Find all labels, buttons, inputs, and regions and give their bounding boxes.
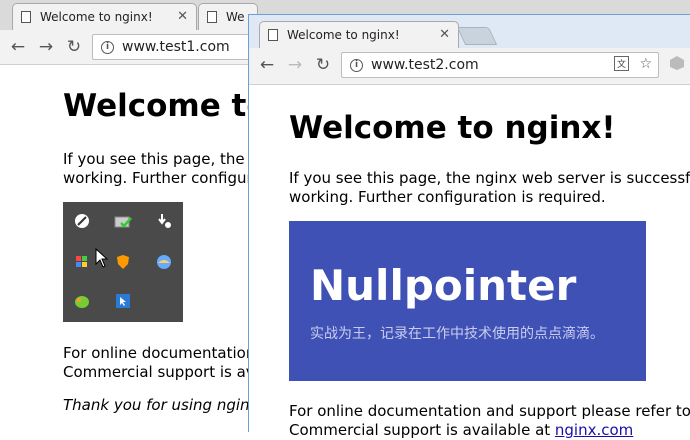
intro-paragraph: If you see this page, the nginx web serv…: [289, 169, 690, 207]
nginx-com-link[interactable]: nginx.com: [555, 421, 633, 439]
back-arrow-icon[interactable]: ←: [257, 55, 277, 75]
tab-label: Welcome to nginx!: [40, 10, 153, 24]
docs-line-2: Commercial support is ava: [63, 363, 264, 381]
remote-app-icon[interactable]: [114, 292, 132, 310]
tab-welcome-nginx-2[interactable]: Welcome to nginx! ✕: [259, 21, 459, 48]
docs-text: For online documentation and support ple…: [289, 402, 690, 420]
tab-welcome-nginx-1[interactable]: Welcome to nginx! ✕: [12, 3, 197, 30]
page-heading: Welcome to nginx!: [289, 110, 616, 146]
forward-arrow-icon[interactable]: →: [285, 55, 305, 75]
intro-line-2: working. Further configuration is requir…: [289, 188, 606, 206]
info-icon[interactable]: i: [101, 40, 114, 54]
banner-subtitle: 实战为王，记录在工作中技术使用的点点滴滴。: [310, 326, 604, 342]
close-icon[interactable]: ✕: [177, 9, 188, 24]
tab-strip: Welcome to nginx! ✕: [249, 15, 690, 48]
nullpointer-banner: Nullpointer 实战为王，记录在工作中技术使用的点点滴滴。: [289, 221, 646, 381]
new-tab-button[interactable]: [456, 27, 498, 45]
thanks-text: Thank you for using nginx: [63, 396, 259, 414]
info-icon[interactable]: i: [350, 58, 363, 72]
docs-paragraph: For online documentation Commercial supp…: [63, 344, 264, 382]
globe-icon[interactable]: [155, 253, 173, 271]
docs-line-1: For online documentation: [63, 344, 256, 362]
docs-paragraph: For online documentation and support ple…: [289, 402, 690, 440]
windows-flag-icon[interactable]: [73, 253, 91, 271]
intro-line-2: working. Further configura: [63, 169, 262, 187]
svg-text:文: 文: [617, 58, 626, 70]
forward-arrow-icon[interactable]: →: [36, 37, 56, 57]
tab-label: Welcome to nginx!: [287, 28, 400, 42]
shield-icon[interactable]: [114, 253, 132, 271]
omnibox-actions: 文 ☆: [614, 56, 652, 75]
extension-icon[interactable]: [669, 55, 687, 73]
tab-label: We: [226, 10, 245, 24]
page-icon: [268, 29, 278, 41]
address-bar[interactable]: i www.test1.com: [92, 34, 262, 60]
close-icon[interactable]: ✕: [439, 27, 450, 42]
toolbar: ← → ↻ i www.test2.com 文 ☆: [249, 48, 690, 85]
reload-icon[interactable]: ↻: [64, 37, 84, 57]
page-icon: [207, 11, 217, 23]
support-text: Commercial support is available at: [289, 421, 555, 439]
network-check-icon[interactable]: [114, 212, 132, 230]
download-gear-icon[interactable]: [155, 212, 173, 230]
browser-window-test2: Welcome to nginx! ✕ ← → ↻ i www.test2.co…: [248, 14, 690, 439]
url-text: www.test1.com: [122, 39, 230, 55]
address-bar[interactable]: i www.test2.com 文 ☆: [341, 52, 659, 78]
star-icon[interactable]: ☆: [639, 56, 652, 75]
reload-icon[interactable]: ↻: [313, 55, 333, 75]
back-arrow-icon[interactable]: ←: [8, 37, 28, 57]
intro-line-1: If you see this page, the nginx web serv…: [289, 169, 690, 187]
docs-line-2: Commercial support is available at nginx…: [289, 421, 690, 440]
translate-icon[interactable]: 文: [614, 56, 630, 75]
system-tray-popup: [63, 202, 183, 322]
banner-title: Nullpointer: [310, 261, 577, 310]
url-text: www.test2.com: [371, 57, 479, 73]
page-icon: [21, 11, 31, 23]
chat-app-icon[interactable]: [73, 292, 91, 310]
intro-line-1: If you see this page, the n: [63, 150, 259, 168]
intro-paragraph: If you see this page, the n working. Fur…: [63, 150, 262, 188]
docs-line-1: For online documentation and support ple…: [289, 402, 690, 421]
link-icon[interactable]: [73, 212, 91, 230]
